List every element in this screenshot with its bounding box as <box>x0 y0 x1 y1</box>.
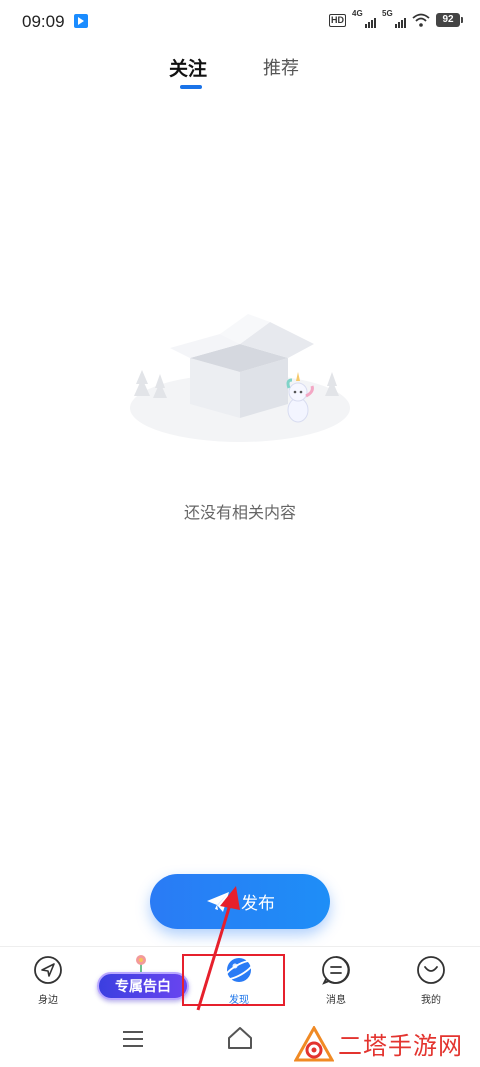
nav-label-mine: 我的 <box>421 995 441 1006</box>
home-icon[interactable] <box>227 1026 253 1050</box>
nav-label-nearby: 身边 <box>38 995 58 1006</box>
signal-4g-icon: 4G <box>352 9 376 28</box>
status-indicators: HD 4G 5G 92 <box>329 9 463 28</box>
promo-badge-label: 专属告白 <box>115 979 171 995</box>
watermark: 二塔手游网 <box>294 1022 474 1064</box>
status-time: 09:09 <box>22 12 65 31</box>
watermark-logo-icon <box>294 1026 334 1062</box>
hd-voice-icon: HD <box>329 13 346 27</box>
empty-state-message: 还没有相关内容 <box>183 503 296 522</box>
notification-app-icon <box>74 14 88 28</box>
profile-icon <box>417 956 445 984</box>
empty-box-illustration <box>130 314 350 442</box>
active-tab-indicator <box>180 85 202 89</box>
message-icon <box>322 956 350 985</box>
tab-follow[interactable]: 关注 <box>169 54 207 81</box>
tab-recommend[interactable]: 推荐 <box>263 54 299 80</box>
promo-badge[interactable]: 专属告白 <box>97 955 189 1002</box>
top-tabs: 关注 推荐 <box>0 50 480 94</box>
red-arrow-annotation <box>196 886 240 1011</box>
nav-item-mine[interactable]: 我的 <box>396 955 466 1006</box>
signal-5g-icon: 5G <box>382 9 406 28</box>
status-bar: 09:09 HD 4G 5G 92 <box>0 0 480 44</box>
wifi-icon <box>412 13 430 27</box>
nav-item-messages[interactable]: 消息 <box>301 955 371 1006</box>
watermark-text: 二塔手游网 <box>338 1032 463 1060</box>
battery-icon: 92 <box>436 13 463 27</box>
navigation-icon <box>34 956 62 984</box>
nav-label-messages: 消息 <box>326 995 346 1006</box>
menu-icon[interactable] <box>122 1030 144 1048</box>
nav-item-nearby[interactable]: 身边 <box>13 955 83 1006</box>
flower-icon <box>136 955 146 972</box>
